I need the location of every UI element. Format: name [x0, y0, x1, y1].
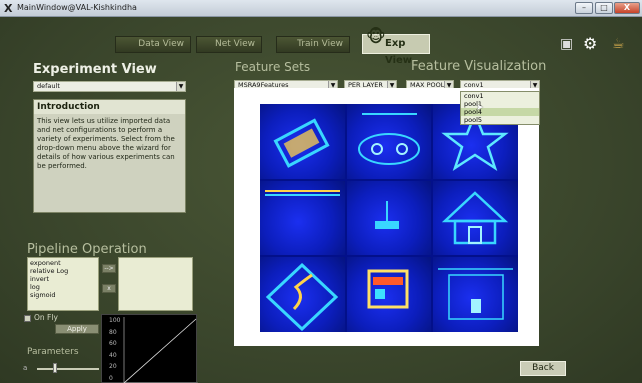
intro-text: This view lets us utilize imported data … — [37, 117, 175, 170]
tick-label: 60 — [109, 340, 117, 347]
tick-label: 40 — [109, 351, 117, 359]
window-title: MainWindow@VAL-Kishkindha — [17, 3, 137, 12]
pipeline-heading: Pipeline Operation — [27, 242, 147, 257]
layer-option[interactable]: conv1 — [461, 92, 539, 100]
parameter-slider-handle[interactable] — [53, 363, 57, 373]
feature-map-tile — [260, 104, 345, 179]
parameters-label: Parameters — [27, 347, 79, 357]
feature-map-tile — [346, 180, 432, 256]
feature-map-grid — [260, 104, 518, 332]
identity-curve — [123, 318, 197, 383]
app-icon: X — [4, 2, 13, 15]
train-view-button[interactable]: Train View — [276, 36, 350, 53]
parameter-slider-track[interactable] — [37, 368, 99, 370]
feature-visualization-canvas — [234, 88, 539, 346]
mouse-cursor-icon: ➤ — [476, 103, 484, 113]
feature-visualization-heading: Feature Visualization — [411, 59, 547, 74]
experiment-select-value: default — [37, 82, 60, 90]
close-button[interactable]: X — [614, 2, 640, 14]
chevron-down-icon: ▼ — [176, 82, 185, 91]
feature-map-tile — [433, 180, 518, 256]
list-item[interactable]: sigmoid — [30, 291, 96, 299]
transfer-function-graph: 100 80 60 40 20 0 — [101, 314, 198, 383]
feature-map-tile — [433, 257, 518, 332]
feature-map-tile — [346, 257, 432, 332]
mascot-icon: 🐵 — [366, 27, 386, 47]
bag-icon[interactable]: ▣ — [560, 36, 573, 52]
param-symbol: a — [23, 364, 28, 372]
list-item[interactable]: relative Log — [30, 267, 96, 275]
remove-operation-button[interactable]: x — [102, 284, 116, 293]
exp-view-label: Exp View — [385, 38, 413, 66]
add-operation-button[interactable]: --> — [102, 264, 116, 273]
on-fly-checkbox[interactable] — [24, 315, 31, 322]
minimize-button[interactable]: – — [575, 2, 593, 14]
on-fly-label: On Fly — [34, 313, 58, 322]
back-button[interactable]: Back — [520, 361, 566, 376]
coffee-icon[interactable]: ☕ — [612, 36, 625, 52]
list-item[interactable]: invert — [30, 275, 96, 283]
list-item[interactable]: log — [30, 283, 96, 291]
feature-map-tile — [260, 180, 345, 256]
layer-dropdown-list: conv1 pool1 pool4 pool5 — [460, 91, 540, 125]
layer-option[interactable]: pool5 — [461, 116, 539, 124]
window-titlebar: X MainWindow@VAL-Kishkindha – □ X — [0, 0, 642, 17]
selected-operations-list[interactable] — [118, 257, 193, 311]
graph-tick-labels: 100 80 60 40 20 0 — [109, 315, 120, 383]
layer-option[interactable]: pool1 — [461, 100, 539, 108]
apply-button[interactable]: Apply — [55, 324, 99, 334]
feature-sets-heading: Feature Sets — [235, 60, 311, 74]
list-item[interactable]: exponent — [30, 259, 96, 267]
intro-title: Introduction — [34, 100, 185, 114]
experiment-view-heading: Experiment View — [33, 62, 157, 77]
feature-map-tile — [346, 104, 432, 179]
exp-view-button[interactable]: 🐵 Exp View — [362, 29, 430, 66]
feature-map-tile — [260, 257, 345, 332]
operations-list[interactable]: exponent relative Log invert log sigmoid — [27, 257, 99, 311]
gear-icon[interactable]: ⚙ — [583, 34, 597, 53]
maximize-button[interactable]: □ — [595, 2, 613, 14]
net-view-button[interactable]: Net View — [196, 36, 262, 53]
tick-label: 80 — [109, 328, 117, 336]
tick-label: 100 — [109, 317, 121, 324]
experiment-select[interactable]: default ▼ — [33, 81, 186, 92]
tick-label: 0 — [109, 374, 113, 382]
data-view-button[interactable]: Data View — [115, 36, 191, 53]
intro-panel: Introduction This view lets us utilize i… — [33, 99, 186, 213]
tick-label: 20 — [109, 363, 117, 370]
layer-option-highlighted[interactable]: pool4 — [461, 108, 539, 116]
